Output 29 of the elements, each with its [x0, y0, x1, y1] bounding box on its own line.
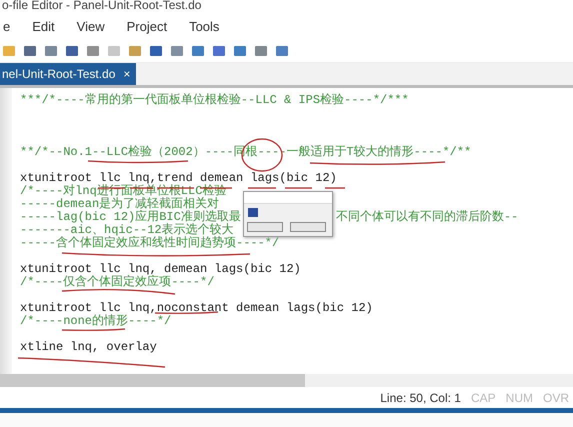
dialog-button[interactable]	[247, 222, 283, 232]
comment-line: -----含个体固定效应和线性时间趋势项----*/	[20, 237, 280, 250]
file-tab[interactable]: nel-Unit-Root-Test.do ×	[0, 63, 136, 85]
menu-item[interactable]: View	[76, 19, 105, 34]
status-indicator: CAP	[470, 391, 496, 405]
code-line: xtunitroot llc lnq,noconstant demean lags(bic 12)	[20, 302, 373, 315]
status-indicator: OVR	[542, 391, 569, 405]
menu-item[interactable]: Tools	[189, 19, 220, 34]
code-line: xtline lnq, overlay	[20, 341, 157, 354]
app-icon	[248, 208, 258, 217]
code-line: xtunitroot llc lnq, demean lags(bic 12)	[20, 263, 301, 276]
comment-line: 不同个体可以有不同的滞后阶数--	[336, 211, 518, 224]
comment-line: -----lag(bic 12)应用BIC准则选取最	[20, 211, 241, 224]
comment-line: ***/*----常用的第一代面板单位根检验--LLC & IPS检验----*/***	[20, 94, 409, 107]
window-title: o-file Editor - Panel-Unit-Root-Test.do	[1, 0, 202, 14]
dialog-button[interactable]	[290, 222, 326, 232]
comment-line: /*----none的情形----*/	[20, 315, 172, 328]
menu-item[interactable]: e	[3, 19, 10, 34]
comment-line: -----demean是为了减轻截面相关对	[20, 198, 220, 211]
code-line: xtunitroot llc lnq,trend demean lags(bic 12)	[20, 172, 337, 185]
comment-line: -------aic、hqic--12表示选个较大	[20, 224, 234, 237]
close-icon[interactable]: ×	[123, 67, 130, 81]
menu-item[interactable]: Edit	[32, 19, 55, 34]
status-indicator: NUM	[506, 391, 533, 405]
comment-line: /*----仅含个体固定效应项----*/	[20, 276, 214, 289]
menu-item[interactable]: Project	[126, 19, 168, 34]
horizontal-scrollbar[interactable]	[0, 374, 573, 387]
cursor-position: Line: 50, Col: 1	[380, 391, 461, 405]
scrollbar-thumb[interactable]	[0, 374, 305, 387]
